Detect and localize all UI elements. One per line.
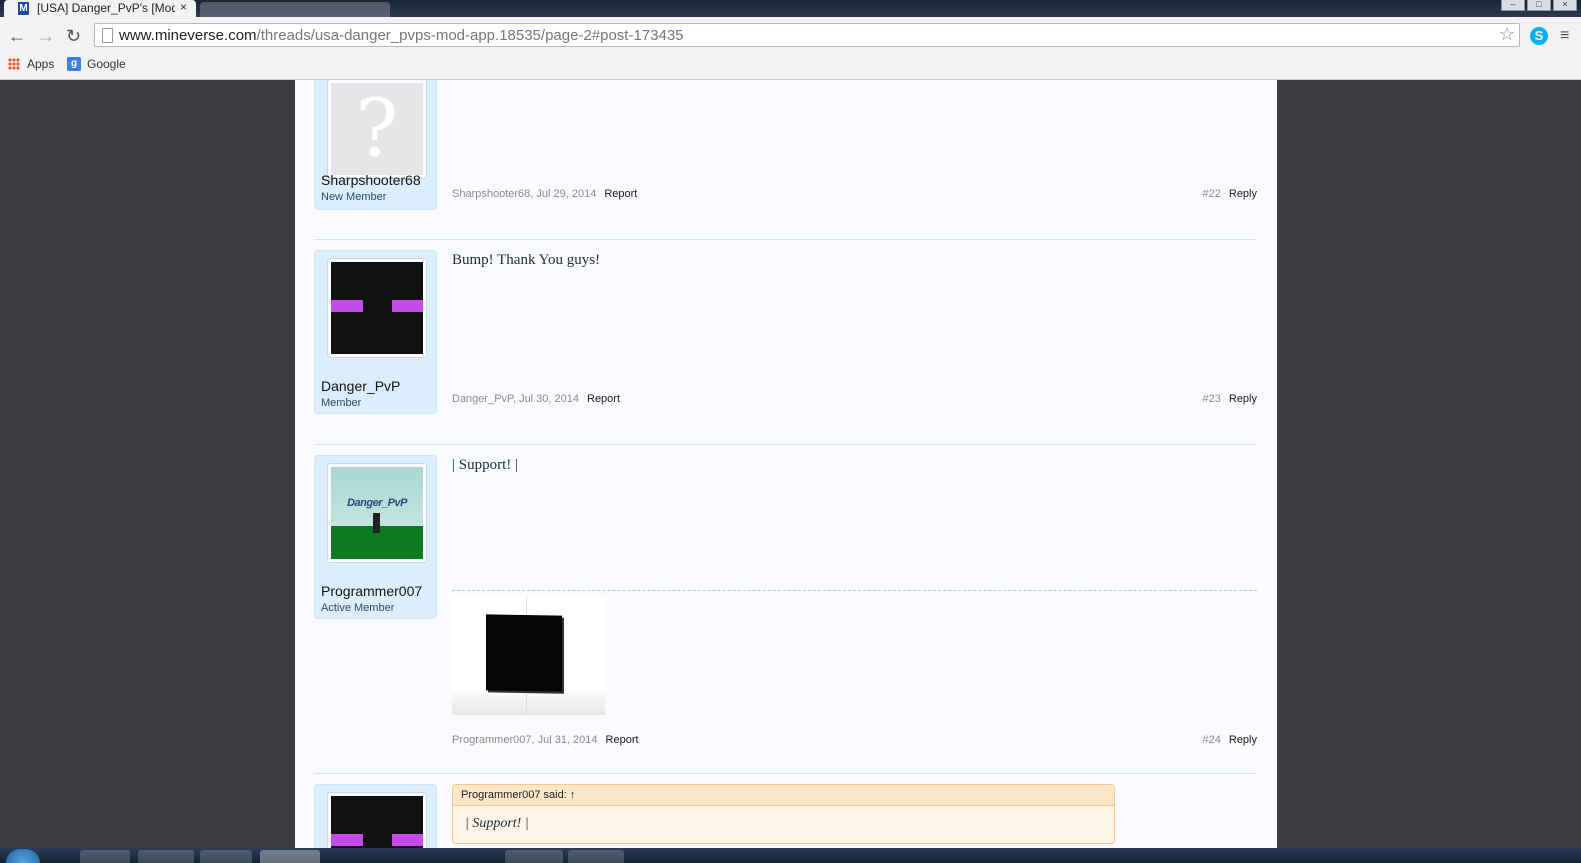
avatar-figure [373, 513, 380, 533]
enderman-avatar-icon [331, 262, 423, 354]
bookmark-label: Apps [27, 57, 55, 71]
signature-divider [452, 590, 1257, 591]
reply-link[interactable]: Reply [1229, 393, 1257, 405]
report-link[interactable]: Report [587, 393, 620, 405]
avatar[interactable]: Danger_PvP [327, 463, 427, 563]
banner-avatar-icon: Danger_PvP [331, 467, 423, 559]
post-actions: #22 Reply [1203, 188, 1257, 200]
maximize-icon[interactable]: □ [1527, 0, 1551, 11]
tab-title: [USA] Danger_PvP's [Mod [37, 1, 175, 15]
post-actions: #24 Reply [1203, 734, 1257, 746]
apps-grid-icon [8, 58, 20, 70]
post-actions: #23 Reply [1203, 393, 1257, 405]
close-window-icon[interactable]: × [1553, 0, 1577, 11]
post: ? Sharpshooter68 New Member Sharpshooter… [314, 80, 1257, 210]
avatar[interactable] [327, 792, 427, 848]
quote-header[interactable]: Programmer007 said: ↑ [453, 785, 1114, 806]
post-meta: Sharpshooter68, Jul 29, 2014 Report [452, 188, 637, 200]
post-meta: Danger_PvP, Jul 30, 2014 Report [452, 393, 620, 405]
post: Danger_PvP Member Bump! Thank You guys! … [314, 250, 1257, 415]
bookmarks-bar: Apps g Google [0, 55, 1581, 80]
taskbar-app-button[interactable] [260, 850, 320, 863]
avatar[interactable]: ? [327, 80, 427, 179]
signature-image [452, 597, 605, 715]
post-meta: Programmer007, Jul 31, 2014 Report [452, 734, 639, 746]
render-floor [452, 687, 605, 715]
post: Programmer007 said: ↑ | Support! | [314, 784, 1257, 848]
taskbar-app-button[interactable] [138, 850, 194, 863]
enderman-avatar-icon [331, 796, 423, 848]
reply-link[interactable]: Reply [1229, 734, 1257, 746]
post-author-date[interactable]: Sharpshooter68, Jul 29, 2014 [452, 188, 596, 200]
tab-close-icon[interactable]: × [180, 0, 187, 14]
post-divider [314, 773, 1257, 774]
post-number[interactable]: #22 [1203, 188, 1221, 200]
browser-tab-active[interactable]: M [USA] Danger_PvP's [Mod × [4, 0, 196, 17]
chrome-menu-icon[interactable]: ≡ [1560, 27, 1569, 45]
taskbar-app-button[interactable] [80, 850, 130, 863]
url-text[interactable]: www.mineverse.com/threads/usa-danger_pvp… [119, 27, 684, 44]
avatar-banner-text: Danger_PvP [347, 497, 407, 509]
browser-toolbar: ← → ↻ www.mineverse.com/threads/usa-dang… [0, 17, 1581, 55]
user-info-panel: ? Sharpshooter68 New Member [314, 80, 437, 210]
quote-block: Programmer007 said: ↑ | Support! | [452, 784, 1115, 844]
username[interactable]: Programmer007 [321, 583, 422, 599]
post-author-date[interactable]: Programmer007, Jul 31, 2014 [452, 734, 598, 746]
windows-taskbar [0, 848, 1581, 863]
reply-link[interactable]: Reply [1229, 188, 1257, 200]
username[interactable]: Sharpshooter68 [321, 172, 421, 188]
minimize-icon[interactable]: – [1501, 0, 1525, 11]
browser-tab-inactive[interactable] [200, 2, 390, 17]
user-info-panel: Danger_PvP Member [314, 250, 437, 414]
window-controls: – □ × [1501, 0, 1577, 11]
enderman-eye-left [331, 834, 363, 846]
back-arrow-icon[interactable]: ← [8, 26, 26, 46]
post-author-date[interactable]: Danger_PvP, Jul 30, 2014 [452, 393, 579, 405]
bookmark-google[interactable]: g Google [67, 57, 126, 71]
address-bar[interactable]: www.mineverse.com/threads/usa-danger_pvp… [94, 23, 1520, 47]
quote-body: | Support! | [465, 816, 529, 831]
avatar[interactable] [327, 258, 427, 358]
url-path: /threads/usa-danger_pvps-mod-app.18535/p… [256, 27, 684, 44]
thread-content: ? Sharpshooter68 New Member Sharpshooter… [295, 80, 1277, 848]
post-message: | Support! | [452, 457, 519, 473]
username[interactable]: Danger_PvP [321, 378, 400, 394]
post-divider [314, 239, 1257, 240]
google-icon: g [67, 57, 81, 71]
bookmark-label: Google [87, 57, 126, 71]
user-info-panel [314, 784, 437, 848]
url-host: www.mineverse.com [119, 27, 257, 44]
user-title: New Member [321, 191, 387, 203]
page-icon [102, 28, 113, 43]
start-button-icon[interactable] [6, 849, 40, 863]
report-link[interactable]: Report [604, 188, 637, 200]
forward-arrow-icon[interactable]: → [37, 26, 55, 46]
enderman-eye-left [331, 300, 363, 312]
default-avatar-icon: ? [331, 83, 423, 175]
user-info-panel: Danger_PvP Programmer007 Active Member [314, 455, 437, 619]
post-divider [314, 444, 1257, 445]
user-title: Member [321, 397, 362, 409]
user-title: Active Member [321, 602, 395, 614]
post-message: Bump! Thank You guys! [452, 252, 601, 268]
report-link[interactable]: Report [606, 734, 639, 746]
bookmark-star-icon[interactable]: ☆ [1499, 24, 1515, 45]
enderman-eye-right [392, 300, 423, 312]
post: Danger_PvP Programmer007 Active Member |… [314, 455, 1257, 755]
enderman-eye-right [392, 834, 423, 846]
bookmark-apps[interactable]: Apps [8, 57, 54, 71]
tab-strip: M [USA] Danger_PvP's [Mod × – □ × [0, 0, 1581, 17]
reload-icon[interactable]: ↻ [66, 26, 81, 46]
skype-extension-icon[interactable]: S [1530, 27, 1548, 45]
taskbar-app-button[interactable] [505, 850, 563, 863]
mineverse-favicon-icon: M [18, 2, 29, 15]
taskbar-app-button[interactable] [200, 850, 252, 863]
black-cube-render-icon [486, 614, 562, 692]
post-number[interactable]: #23 [1203, 393, 1221, 405]
post-number[interactable]: #24 [1203, 734, 1221, 746]
taskbar-app-button[interactable] [568, 850, 624, 863]
